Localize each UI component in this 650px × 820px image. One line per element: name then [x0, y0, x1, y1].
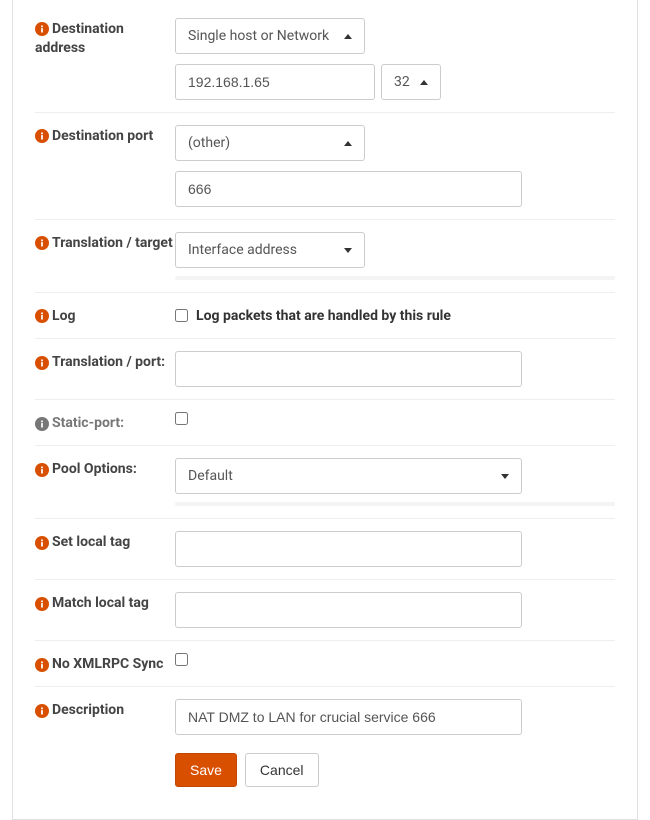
- info-icon[interactable]: [35, 536, 49, 550]
- row-description: Description: [35, 686, 615, 747]
- log-inputs: Log packets that are handled by this rul…: [175, 305, 615, 326]
- info-icon[interactable]: [35, 463, 49, 477]
- info-icon[interactable]: [35, 236, 49, 250]
- row-translation-target: Translation / target Interface address: [35, 219, 615, 292]
- description-inputs: [175, 699, 615, 735]
- row-destination-address: Destination address Single host or Netwo…: [35, 0, 615, 112]
- no-xmlrpc-inputs: [175, 653, 615, 674]
- no-xmlrpc-checkbox[interactable]: [175, 653, 188, 666]
- row-translation-port: Translation / port:: [35, 338, 615, 399]
- label-static-port: Static-port:: [35, 412, 175, 433]
- description-input[interactable]: [175, 699, 522, 735]
- static-port-checkbox[interactable]: [175, 412, 188, 425]
- destination-mask-select[interactable]: 32: [381, 64, 441, 100]
- set-local-tag-input[interactable]: [175, 531, 522, 567]
- row-destination-port: Destination port (other): [35, 112, 615, 219]
- set-local-tag-inputs: [175, 531, 615, 567]
- label-no-xmlrpc: No XMLRPC Sync: [35, 653, 175, 674]
- helper-strip: [175, 276, 615, 280]
- caret-up-icon: [344, 141, 352, 146]
- match-local-tag-input[interactable]: [175, 592, 522, 628]
- destination-address-type-select[interactable]: Single host or Network: [175, 18, 365, 54]
- pool-options-select[interactable]: Default: [175, 458, 522, 494]
- row-static-port: Static-port:: [35, 399, 615, 445]
- destination-address-inputs: Single host or Network 32: [175, 18, 615, 100]
- translation-target-value: Interface address: [188, 242, 297, 258]
- caret-down-icon: [344, 248, 352, 253]
- log-checkbox[interactable]: [175, 309, 188, 322]
- translation-target-inputs: Interface address: [175, 232, 615, 280]
- translation-port-inputs: [175, 351, 615, 387]
- match-local-tag-inputs: [175, 592, 615, 628]
- destination-port-inputs: (other): [175, 125, 615, 207]
- label-pool-options: Pool Options:: [35, 458, 175, 506]
- info-icon[interactable]: [35, 597, 49, 611]
- label-log: Log: [35, 305, 175, 326]
- label-translation-target: Translation / target: [35, 232, 175, 280]
- destination-mask-value: 32: [394, 74, 410, 90]
- row-no-xmlrpc: No XMLRPC Sync: [35, 640, 615, 686]
- destination-ip-input[interactable]: [175, 64, 375, 100]
- label-set-local-tag: Set local tag: [35, 531, 175, 567]
- pool-options-inputs: Default: [175, 458, 615, 506]
- nat-rule-form: Destination address Single host or Netwo…: [12, 0, 638, 820]
- row-buttons: Save Cancel: [35, 747, 615, 799]
- destination-address-type-value: Single host or Network: [188, 28, 329, 44]
- info-icon[interactable]: [35, 356, 49, 370]
- label-description: Description: [35, 699, 175, 735]
- info-icon[interactable]: [35, 704, 49, 718]
- info-icon[interactable]: [35, 658, 49, 672]
- helper-strip: [175, 502, 615, 506]
- info-icon[interactable]: [35, 129, 49, 143]
- row-match-local-tag: Match local tag: [35, 579, 615, 640]
- destination-port-type-value: (other): [188, 135, 230, 151]
- caret-up-icon: [420, 80, 428, 85]
- cancel-button[interactable]: Cancel: [245, 753, 319, 787]
- log-checkbox-label: Log packets that are handled by this rul…: [196, 308, 451, 324]
- translation-port-input[interactable]: [175, 351, 522, 387]
- destination-address-ip-line: 32: [175, 64, 615, 100]
- info-icon[interactable]: [35, 22, 49, 36]
- translation-target-select[interactable]: Interface address: [175, 232, 365, 268]
- destination-port-type-select[interactable]: (other): [175, 125, 365, 161]
- button-row: Save Cancel: [175, 753, 615, 787]
- label-translation-port: Translation / port:: [35, 351, 175, 387]
- pool-options-value: Default: [188, 468, 233, 484]
- row-log: Log Log packets that are handled by this…: [35, 292, 615, 338]
- label-match-local-tag: Match local tag: [35, 592, 175, 628]
- caret-down-icon: [501, 474, 509, 479]
- info-icon[interactable]: [35, 309, 49, 323]
- info-icon[interactable]: [35, 417, 49, 431]
- save-button[interactable]: Save: [175, 753, 237, 787]
- row-set-local-tag: Set local tag: [35, 518, 615, 579]
- button-spacer: [35, 753, 175, 787]
- static-port-inputs: [175, 412, 615, 433]
- label-destination-port: Destination port: [35, 125, 175, 207]
- caret-up-icon: [344, 34, 352, 39]
- row-pool-options: Pool Options: Default: [35, 445, 615, 518]
- destination-port-input[interactable]: [175, 171, 522, 207]
- label-destination-address: Destination address: [35, 18, 175, 100]
